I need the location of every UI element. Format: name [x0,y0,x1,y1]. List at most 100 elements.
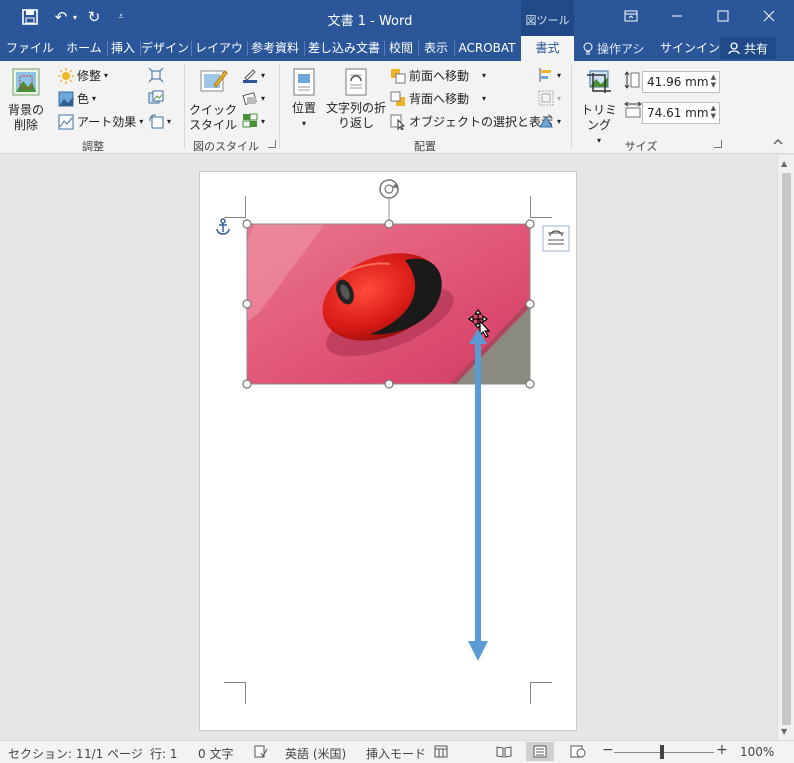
artistic-effects-icon [58,114,74,129]
redo-icon[interactable]: ↻ [82,6,106,28]
maximize-button[interactable] [700,0,746,32]
zoom-slider-thumb[interactable] [660,745,664,759]
quick-styles-button[interactable]: クイック スタイル [188,67,238,133]
status-section[interactable]: セクション: 1 [8,745,84,762]
width-spin-arrows[interactable]: ▲ ▼ [711,104,716,120]
status-bar: セクション: 1 1/1 ページ 行: 1 0 文字 英語 (米国) 挿入モード… [0,740,794,763]
height-icon [624,71,640,89]
scroll-down-arrow-icon[interactable]: ▼ [781,727,787,736]
send-backward-button[interactable]: 背面へ移動 ▾ [390,90,486,107]
crop-button[interactable]: トリミング ▾ [576,67,622,148]
status-word-count[interactable]: 0 文字 [198,745,233,762]
rotate-button[interactable]: ▾ [538,113,561,129]
reset-picture-button[interactable]: ▾ [148,113,171,129]
ribbon-display-options-icon[interactable] [608,0,654,32]
status-line[interactable]: 行: 1 [150,745,178,762]
customize-quick-access-icon[interactable]: ⩡ [112,6,130,28]
wrap-text-button[interactable]: 文字列の折 り返し [326,67,386,131]
effects-dropdown-icon: ▾ [261,93,266,103]
tab-acrobat[interactable]: ACROBAT [455,36,519,61]
undo-dropdown-icon[interactable]: ▾ [70,6,80,28]
tab-file[interactable]: ファイル [2,36,58,61]
picture-effects-icon [242,92,257,105]
print-layout-icon[interactable] [526,742,554,761]
align-button[interactable]: ▾ [538,67,561,83]
group-dropdown-icon: ▾ [557,93,562,103]
scrollbar-thumb[interactable] [782,173,791,725]
anchor-icon[interactable] [216,218,230,235]
color-label: 色 [77,92,90,106]
wrap-text-label-1: 文字列の折 [326,101,387,115]
position-button[interactable]: 位置 ▾ [286,67,322,131]
signin-link[interactable]: サインイン [660,36,720,61]
proofing-icon[interactable] [254,745,268,761]
tab-layout[interactable]: レイアウト [192,36,246,79]
height-value: 41.96 mm [647,75,709,89]
selection-pane-button[interactable]: オブジェクトの選択と表示 [390,113,553,130]
zoom-level[interactable]: 100% [740,745,774,759]
scroll-up-arrow-icon[interactable]: ▲ [781,159,787,168]
tab-references[interactable]: 参考資料 [248,36,302,61]
height-input[interactable]: 41.96 mm ▲ ▼ [642,71,720,93]
group-objects-button[interactable]: ▾ [538,90,561,106]
size-dialog-launcher[interactable] [714,140,722,148]
contextual-tab-group-label: 図ツール [521,0,574,36]
color-dropdown-icon: ▾ [92,94,97,103]
corrections-label: 修整 [77,69,102,83]
wrap-text-icon [345,68,367,96]
pen-border-icon [243,69,257,83]
picture-styles-dialog-launcher[interactable] [268,140,276,148]
collapse-ribbon-icon[interactable] [773,138,783,146]
height-spin-arrows[interactable]: ▲ ▼ [711,73,716,89]
ribbon: 背景の 削除 修整 ▾ 色 ▾ アート効果 ▾ ▾ 調整 クイック スタイル ▾… [0,61,794,154]
document-page[interactable] [199,171,577,731]
status-language[interactable]: 英語 (米国) [285,745,346,762]
zoom-in-button[interactable]: + [716,742,728,758]
remove-background-icon [12,68,40,96]
status-insert-mode[interactable]: 挿入モード [366,745,426,762]
remove-background-label-1: 背景の [7,103,44,117]
save-icon[interactable] [18,6,42,28]
change-picture-button[interactable] [148,90,164,106]
zoom-out-button[interactable]: − [602,742,614,758]
picture-layout-button[interactable]: ▾ [242,113,265,129]
tab-design[interactable]: デザイン [141,36,189,61]
quick-styles-label-1: クイック [188,103,237,117]
rotate-icon [539,114,553,128]
vertical-scrollbar[interactable]: ▲ ▼ [777,155,794,740]
width-input[interactable]: 74.61 mm ▲ ▼ [642,102,720,124]
macro-record-icon[interactable] [434,745,448,761]
status-page[interactable]: 1/1 ページ [84,745,143,762]
mouse-photo[interactable] [247,224,530,384]
picture-border-button[interactable]: ▾ [242,67,265,83]
undo-icon[interactable]: ↶ [50,6,72,28]
artistic-effects-button[interactable]: アート効果 ▾ [58,113,143,130]
rotate-handle-icon[interactable] [379,179,399,199]
tell-me-box[interactable]: 操作アシ [583,36,645,61]
zoom-slider-track[interactable] [614,752,714,753]
tab-format[interactable]: 書式 [521,36,574,61]
tab-view[interactable]: 表示 [419,36,453,61]
tab-review[interactable]: 校閲 [385,36,417,61]
layout-options-icon[interactable] [542,225,570,252]
tab-mailings[interactable]: 差し込み文書 [305,36,383,61]
corrections-button[interactable]: 修整 ▾ [58,67,108,84]
read-mode-icon[interactable] [496,745,512,761]
share-button[interactable]: 共有 [720,37,776,59]
color-button[interactable]: 色 ▾ [58,90,96,107]
corrections-dropdown-icon: ▾ [104,71,109,80]
bring-forward-button[interactable]: 前面へ移動 ▾ [390,67,486,84]
tab-home[interactable]: ホーム [62,36,106,61]
compress-pictures-button[interactable] [148,67,164,83]
rotate-dropdown-icon: ▾ [557,116,562,126]
position-dropdown-icon: ▾ [301,119,306,128]
tab-insert[interactable]: 挿入 [108,36,138,61]
web-layout-icon[interactable] [570,745,586,761]
picture-effects-button[interactable]: ▾ [242,90,265,106]
minimize-button[interactable] [654,0,700,32]
close-button[interactable] [746,0,792,32]
remove-background-button[interactable]: 背景の 削除 [4,67,48,133]
bring-forward-dropdown-icon: ▾ [482,71,487,80]
size-group-label: サイズ [624,140,658,153]
remove-background-label-2: 削除 [13,118,38,132]
